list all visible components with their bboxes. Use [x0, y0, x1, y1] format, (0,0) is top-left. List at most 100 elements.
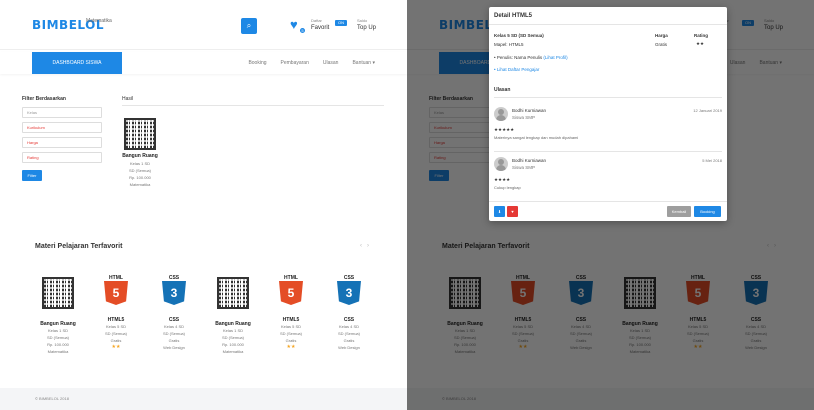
modal-harga-value: Gratis — [655, 42, 668, 47]
review-date: 12 Januari 2019 — [693, 108, 722, 113]
dashboard-button[interactable]: DASHBOARD SISWA — [32, 52, 122, 74]
modal-author-row: • Penulis: Nama Penulis (Lihat Profil) — [494, 55, 568, 60]
course-meta: Kelas 5 SD — [280, 324, 301, 329]
search-button[interactable]: ⌕ — [241, 18, 257, 34]
search-icon: ⌕ — [246, 21, 252, 30]
review-stars: ★★★★★ — [494, 127, 515, 132]
course-meta: Kelas 1 SD — [47, 328, 68, 333]
author-profile-link[interactable]: (Lihat Profil) — [543, 55, 567, 60]
course-card[interactable]: CSS3CSSKelas 4 SDSD (Semua)GratisWeb Des… — [319, 275, 379, 351]
course-card[interactable]: HTML5HTML5Kelas 5 SDSD (Semua)Gratis★★ — [86, 275, 146, 350]
qr-code-icon — [42, 277, 74, 309]
course-meta: SD (Semua) — [46, 335, 69, 340]
chevron-down-icon: ▾ — [372, 60, 375, 66]
divider — [122, 105, 384, 106]
review-item: Bodhi Kurniawan Siswa SMP 12 Januari 201… — [494, 107, 722, 149]
balance-label: Saldo — [357, 18, 368, 23]
course-card[interactable]: HTML5HTML5Kelas 5 SDSD (Semua)Gratis★★ — [261, 275, 321, 350]
filter-rating-select[interactable]: Rating — [22, 152, 102, 163]
page-with-modal: BIMBELOL Daftar ON Saldo Top Up DASHBOAR… — [407, 0, 814, 410]
nav-item-pembayaran[interactable]: Pembayaran — [281, 60, 309, 66]
detail-modal: Detail HTML5 Kelas 5 SD (SD Semua) Mapel… — [489, 7, 727, 221]
modal-footer: ⬇ ♥ Kembali Booking — [489, 201, 727, 221]
course-card[interactable]: Bangun RuangKelas 1 SDSD (Semua)Rp. 100.… — [203, 275, 263, 355]
favorite-button[interactable]: ♥ — [507, 206, 518, 217]
close-button[interactable]: Kembali — [667, 206, 691, 217]
teacher-list-link[interactable]: • Lihat Daftar Pengajar — [494, 67, 539, 72]
review-text: Cukup lengkap — [494, 185, 521, 190]
course-meta: SD (Semua) — [279, 331, 302, 336]
course-meta: Rp. 100.000 — [47, 342, 69, 347]
html5-icon: HTML5 — [279, 275, 303, 305]
course-meta: Gratis — [285, 338, 297, 343]
review-role: Siswa SMP — [512, 115, 536, 120]
avatar — [494, 107, 508, 121]
toggle-switch[interactable]: ON — [335, 20, 347, 26]
filter-kelas-select[interactable]: Kelas — [22, 107, 102, 118]
nav-item-ulasan[interactable]: Ulasan — [323, 60, 339, 66]
heart-icon[interactable]: ♥ — [290, 18, 298, 31]
course-meta: Web Design — [163, 345, 185, 350]
download-button[interactable]: ⬇ — [494, 206, 505, 217]
favorite-link[interactable]: Favorit — [311, 25, 329, 31]
main-nav: DASHBOARD SISWA Booking Pembayaran Ulasa… — [0, 52, 407, 74]
modal-kelas: Kelas 5 SD (SD Semua) — [494, 33, 544, 38]
modal-title: Detail HTML5 — [494, 13, 533, 19]
course-card[interactable]: CSS3CSSKelas 4 SDSD (Semua)GratisWeb Des… — [144, 275, 204, 351]
modal-rating-stars: ★★ — [696, 41, 705, 46]
nav-item-bantuan[interactable]: Bantuan ▾ — [352, 60, 375, 66]
course-meta: Kelas 5 SD — [105, 324, 126, 329]
divider — [494, 97, 722, 98]
course-meta: Gratis — [110, 338, 122, 343]
review-text: Materinya sangat lengkap dan mudah dipah… — [494, 135, 579, 140]
course-meta: SD (Semua) — [337, 331, 360, 336]
download-icon: ⬇ — [497, 209, 502, 214]
favorite-label: Daftar — [311, 18, 322, 23]
qr-code-thumbnail[interactable] — [124, 118, 156, 150]
page-normal: BIMBELOL Matematika ⌕ ♥ 5 Daftar Favorit… — [0, 0, 407, 410]
modal-harga-label: Harga — [655, 33, 668, 38]
reviews-title: Ulasan — [494, 87, 511, 93]
course-meta: SD (Semua) — [221, 335, 244, 340]
review-author: Bodhi Kurniawan — [512, 158, 547, 163]
course-rating-stars: ★★ — [286, 344, 296, 350]
chevron-left-icon[interactable]: ‹ — [360, 243, 362, 249]
search-input[interactable]: Matematika — [86, 18, 236, 34]
results-title: Hasil — [122, 96, 134, 102]
html5-icon: HTML5 — [104, 275, 128, 305]
css3-icon: CSS3 — [337, 275, 361, 305]
review-stars: ★★★★ — [494, 177, 511, 182]
heart-icon: ♥ — [511, 209, 514, 214]
review-item: Bodhi Kurniawan Siswa SMP 5 Mei 2018 ★★★… — [494, 157, 722, 199]
course-meta: Rp. 100.000 — [222, 342, 244, 347]
footer: © BIMBELOL 2018 — [0, 388, 407, 410]
course-meta: Gratis — [168, 338, 180, 343]
divider — [494, 151, 722, 152]
filter-kurikulum-select[interactable]: Kurikulum — [22, 122, 102, 133]
carousel-arrows[interactable]: ‹ › — [360, 243, 369, 249]
course-meta: Kelas 4 SD — [338, 324, 359, 329]
chevron-right-icon[interactable]: › — [367, 243, 369, 249]
course-meta: Matematika — [222, 349, 244, 354]
review-role: Siswa SMP — [512, 165, 536, 170]
favorite-section-title: Materi Pelajaran Terfavorit — [35, 243, 123, 250]
filter-button[interactable]: Filter — [22, 170, 42, 181]
course-card[interactable]: Bangun RuangKelas 1 SDSD (Semua)Rp. 100.… — [28, 275, 88, 355]
top-header: BIMBELOL Matematika ⌕ ♥ 5 Daftar Favorit… — [0, 0, 407, 50]
qr-code-icon — [217, 277, 249, 309]
topup-link[interactable]: Top Up — [357, 25, 376, 31]
booking-button[interactable]: Booking — [694, 206, 721, 217]
course-meta: SD (Semua) — [162, 331, 185, 336]
course-meta: Web Design — [338, 345, 360, 350]
modal-header: Detail HTML5 — [489, 7, 727, 25]
modal-mapel: Mapel: HTML5 — [494, 42, 524, 47]
nav-item-booking[interactable]: Booking — [248, 60, 266, 66]
filter-harga-select[interactable]: Harga — [22, 137, 102, 148]
course-meta: Kelas 1 SD — [222, 328, 243, 333]
footer-copyright: © BIMBELOL 2018 — [35, 396, 69, 401]
course-meta: Kelas 4 SD — [163, 324, 184, 329]
avatar — [494, 157, 508, 171]
course-rating-stars: ★★ — [111, 344, 121, 350]
result-product-meta: Kelas 1 SD SD (Semua) Rp. 100.000 Matema… — [128, 161, 151, 187]
result-product-title[interactable]: Bangun Ruang — [116, 153, 164, 159]
